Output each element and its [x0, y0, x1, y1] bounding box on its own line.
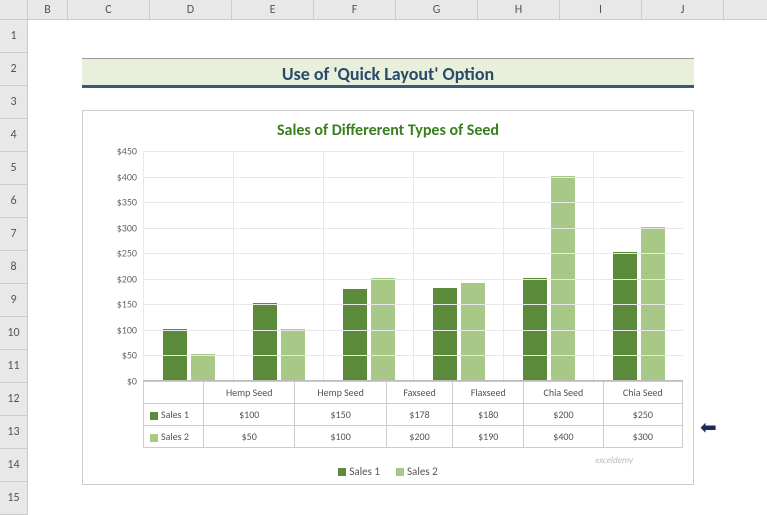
y-tick: $350 [117, 196, 137, 209]
table-cell: $400 [524, 426, 603, 448]
legend-item: Sales 1 [338, 465, 380, 478]
chart-title: Sales of Differerent Types of Seed [83, 111, 693, 145]
y-tick: $0 [127, 375, 137, 388]
page-title: Use of 'Quick Layout' Option [282, 63, 494, 85]
col-header-D[interactable]: D [150, 0, 232, 19]
col-header-C[interactable]: C [68, 0, 150, 19]
row-header-5[interactable]: 5 [0, 152, 28, 185]
table-cell: $100 [295, 426, 386, 448]
table-cell: $100 [204, 404, 295, 426]
row-header-6[interactable]: 6 [0, 185, 28, 218]
col-header-J[interactable]: J [642, 0, 724, 19]
bar-group [413, 151, 503, 380]
plot-area [143, 151, 683, 381]
watermark: exceldemy [595, 455, 633, 466]
y-tick: $150 [117, 298, 137, 311]
col-header-H[interactable]: H [478, 0, 560, 19]
table-header: Faxseed [386, 382, 452, 404]
bar [461, 283, 485, 380]
bar-group [503, 151, 593, 380]
row-header-8[interactable]: 8 [0, 251, 28, 284]
bars [143, 151, 683, 380]
col-header-G[interactable]: G [396, 0, 478, 19]
table-cell: $50 [204, 426, 295, 448]
y-tick: $400 [117, 170, 137, 183]
y-tick: $50 [122, 349, 137, 362]
page-title-bar: Use of 'Quick Layout' Option [82, 58, 694, 88]
table-row-label: Sales 1 [144, 404, 204, 426]
y-axis: $0$50$100$150$200$250$300$350$400$450 [83, 151, 141, 381]
bar [253, 303, 277, 380]
row-header-10[interactable]: 10 [0, 317, 28, 350]
row-header-14[interactable]: 14 [0, 449, 28, 482]
legend: Sales 1 Sales 2 [83, 465, 693, 478]
row-header-11[interactable]: 11 [0, 350, 28, 383]
bar-group [233, 151, 323, 380]
row-header-13[interactable]: 13 [0, 416, 28, 449]
bar [281, 329, 305, 380]
table-header: Hemp Seed [204, 382, 295, 404]
row-header-9[interactable]: 9 [0, 284, 28, 317]
table-cell: $200 [524, 404, 603, 426]
row-header-7[interactable]: 7 [0, 218, 28, 251]
y-tick: $200 [117, 272, 137, 285]
bar [343, 289, 367, 380]
row-header-15[interactable]: 15 [0, 482, 28, 515]
row-headers: 1 2 3 4 5 6 7 8 9 10 11 12 13 14 15 [0, 20, 28, 515]
table-cell: $178 [386, 404, 452, 426]
col-header-E[interactable]: E [232, 0, 314, 19]
arrow-icon: ⬅ [700, 415, 717, 440]
row-header-1[interactable]: 1 [0, 20, 28, 53]
row-header-2[interactable]: 2 [0, 53, 28, 86]
data-table: Hemp SeedHemp SeedFaxseedFlaxseedChia Se… [143, 381, 683, 448]
bar [433, 288, 457, 380]
y-tick: $250 [117, 247, 137, 260]
table-cell: $200 [386, 426, 452, 448]
spreadsheet: B C D E F G H I J 1 2 3 4 5 6 7 8 9 10 1… [0, 0, 767, 515]
table-header: Chia Seed [524, 382, 603, 404]
table-header: Chia Seed [603, 382, 682, 404]
bar [163, 329, 187, 380]
table-cell: $180 [453, 404, 524, 426]
y-tick: $300 [117, 221, 137, 234]
bar [191, 354, 215, 380]
table-cell: $250 [603, 404, 682, 426]
bar-group [593, 151, 683, 380]
bar [641, 227, 665, 380]
cell-grid[interactable]: Use of 'Quick Layout' Option Sales of Di… [28, 20, 767, 515]
col-header-I[interactable]: I [560, 0, 642, 19]
col-header-F[interactable]: F [314, 0, 396, 19]
table-header: Flaxseed [453, 382, 524, 404]
y-tick: $450 [117, 145, 137, 158]
y-tick: $100 [117, 323, 137, 336]
table-cell: $150 [295, 404, 386, 426]
col-header-B[interactable]: B [28, 0, 68, 19]
legend-item: Sales 2 [396, 465, 438, 478]
table-row-label: Sales 2 [144, 426, 204, 448]
bar [613, 252, 637, 380]
select-all-corner[interactable] [0, 0, 28, 19]
bar-group [323, 151, 413, 380]
row-header-12[interactable]: 12 [0, 383, 28, 416]
row-header-4[interactable]: 4 [0, 119, 28, 152]
column-headers: B C D E F G H I J [0, 0, 767, 20]
table-cell: $190 [453, 426, 524, 448]
table-cell: $300 [603, 426, 682, 448]
chart[interactable]: Sales of Differerent Types of Seed $0 $50… [82, 110, 694, 485]
bar-group [143, 151, 233, 380]
table-header: Hemp Seed [295, 382, 386, 404]
row-header-3[interactable]: 3 [0, 86, 28, 119]
